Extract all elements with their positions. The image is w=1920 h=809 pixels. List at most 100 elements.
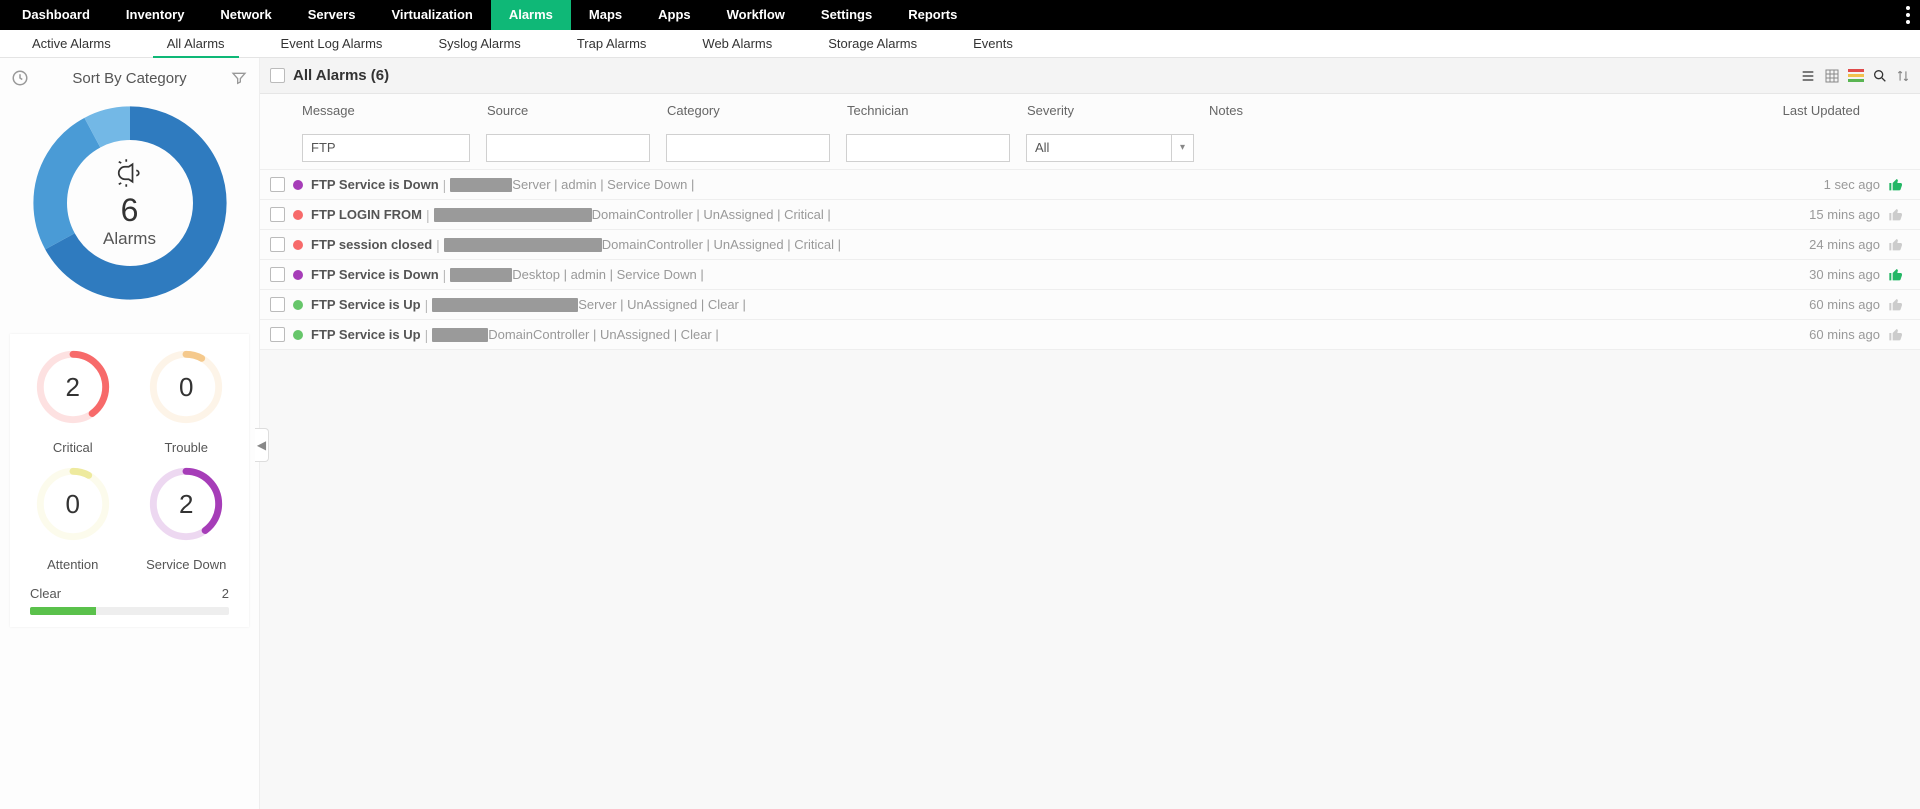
collapse-sidebar-button[interactable]: ◀: [255, 428, 269, 462]
row-checkbox[interactable]: [270, 177, 285, 192]
severity-cards: 2 Critical 0 Trouble 0 Attention: [10, 334, 249, 627]
nav-alarms[interactable]: Alarms: [491, 0, 571, 30]
alarm-row[interactable]: FTP LOGIN FROM| DomainController | UnAss…: [260, 200, 1920, 230]
alarm-message: FTP Service is Up: [311, 297, 421, 312]
severity-dot: [293, 240, 303, 250]
filter-icon[interactable]: [227, 66, 251, 90]
view-list-icon[interactable]: [1800, 68, 1816, 84]
sev-critical[interactable]: 2 Critical: [18, 344, 128, 455]
row-checkbox[interactable]: [270, 207, 285, 222]
tab-storage-alarms[interactable]: Storage Alarms: [814, 30, 931, 58]
thumb-up-icon[interactable]: [1888, 297, 1906, 313]
redacted-source: [450, 178, 512, 192]
sev-service-down[interactable]: 2 Service Down: [131, 461, 241, 572]
tab-trap-alarms[interactable]: Trap Alarms: [563, 30, 661, 58]
nav-maps[interactable]: Maps: [571, 0, 640, 30]
sidebar: Sort By Category 6 Alarms: [0, 58, 260, 809]
nav-servers[interactable]: Servers: [290, 0, 374, 30]
alarm-message: FTP Service is Down: [311, 177, 439, 192]
nav-inventory[interactable]: Inventory: [108, 0, 203, 30]
thumb-up-icon[interactable]: [1888, 207, 1906, 223]
nav-apps[interactable]: Apps: [640, 0, 709, 30]
tab-syslog-alarms[interactable]: Syslog Alarms: [424, 30, 534, 58]
alarm-message: FTP Service is Down: [311, 267, 439, 282]
col-severity[interactable]: Severity: [1027, 103, 1209, 118]
alarm-row[interactable]: FTP Service is Down| Desktop | admin | S…: [260, 260, 1920, 290]
row-checkbox[interactable]: [270, 297, 285, 312]
clear-count: 2: [222, 586, 229, 601]
alarm-list: All Alarms (6) Message Source Category T…: [260, 58, 1920, 809]
row-checkbox[interactable]: [270, 327, 285, 342]
redacted-source: [434, 208, 592, 222]
filter-row: All ▾: [260, 126, 1920, 170]
nav-dashboard[interactable]: Dashboard: [4, 0, 108, 30]
sub-tabs: Active Alarms All Alarms Event Log Alarms S…: [0, 30, 1920, 58]
severity-dot: [293, 300, 303, 310]
sort-icon[interactable]: [1896, 68, 1910, 84]
recent-icon[interactable]: [8, 66, 32, 90]
clear-bar: [30, 607, 229, 615]
redacted-source: [432, 298, 578, 312]
alarm-meta: DomainController | UnAssigned | Clear |: [488, 327, 719, 342]
row-checkbox[interactable]: [270, 267, 285, 282]
alarm-meta: Desktop | admin | Service Down |: [512, 267, 703, 282]
filter-severity-select[interactable]: All ▾: [1026, 134, 1194, 162]
more-menu-icon[interactable]: [1906, 6, 1910, 24]
tab-events[interactable]: Events: [959, 30, 1027, 58]
sev-trouble[interactable]: 0 Trouble: [131, 344, 241, 455]
filter-technician-input[interactable]: [846, 134, 1010, 162]
sev-attention[interactable]: 0 Attention: [18, 461, 128, 572]
thumb-up-icon[interactable]: [1888, 267, 1906, 283]
sort-label[interactable]: Sort By Category: [32, 70, 227, 87]
column-headers: Message Source Category Technician Sever…: [260, 94, 1920, 126]
nav-virtualization[interactable]: Virtualization: [373, 0, 490, 30]
thumb-up-icon[interactable]: [1888, 177, 1906, 193]
nav-reports[interactable]: Reports: [890, 0, 975, 30]
bell-icon: [115, 153, 145, 193]
alarm-message: FTP Service is Up: [311, 327, 421, 342]
alarm-row[interactable]: FTP Service is Up| Server | UnAssigned |…: [260, 290, 1920, 320]
col-category[interactable]: Category: [667, 103, 847, 118]
tab-web-alarms[interactable]: Web Alarms: [688, 30, 786, 58]
alarm-time: 30 mins ago: [1809, 267, 1888, 282]
filter-message-input[interactable]: [302, 134, 470, 162]
alarms-donut[interactable]: 6 Alarms: [25, 98, 235, 308]
clear-label: Clear: [30, 586, 222, 601]
alarm-time: 24 mins ago: [1809, 237, 1888, 252]
alarm-message: FTP session closed: [311, 237, 432, 252]
nav-network[interactable]: Network: [202, 0, 289, 30]
alarm-meta: Server | UnAssigned | Clear |: [578, 297, 746, 312]
filter-category-input[interactable]: [666, 134, 830, 162]
thumb-up-icon[interactable]: [1888, 327, 1906, 343]
nav-workflow[interactable]: Workflow: [709, 0, 803, 30]
col-notes[interactable]: Notes: [1209, 103, 1387, 118]
redacted-source: [444, 238, 602, 252]
tab-active-alarms[interactable]: Active Alarms: [18, 30, 125, 58]
alarm-count: 6: [121, 192, 139, 229]
view-color-icon[interactable]: [1848, 68, 1864, 84]
filter-source-input[interactable]: [486, 134, 650, 162]
alarm-count-label: Alarms: [103, 229, 156, 249]
search-icon[interactable]: [1872, 68, 1888, 84]
row-checkbox[interactable]: [270, 237, 285, 252]
tab-all-alarms[interactable]: All Alarms: [153, 30, 239, 58]
alarm-row[interactable]: FTP Service is Up| DomainController | Un…: [260, 320, 1920, 350]
col-message[interactable]: Message: [302, 103, 487, 118]
alarm-time: 60 mins ago: [1809, 297, 1888, 312]
col-technician[interactable]: Technician: [847, 103, 1027, 118]
col-source[interactable]: Source: [487, 103, 667, 118]
alarm-meta: DomainController | UnAssigned | Critical…: [602, 237, 841, 252]
list-title: All Alarms (6): [293, 67, 389, 84]
alarm-time: 15 mins ago: [1809, 207, 1888, 222]
select-all-checkbox[interactable]: [270, 68, 285, 83]
alarm-row[interactable]: FTP session closed| DomainController | U…: [260, 230, 1920, 260]
filter-severity-value: All: [1035, 140, 1049, 155]
alarm-time: 60 mins ago: [1809, 327, 1888, 342]
view-grid-icon[interactable]: [1824, 68, 1840, 84]
col-updated[interactable]: Last Updated: [1387, 103, 1920, 118]
alarm-row[interactable]: FTP Service is Down| Server | admin | Se…: [260, 170, 1920, 200]
tab-event-log-alarms[interactable]: Event Log Alarms: [267, 30, 397, 58]
severity-dot: [293, 270, 303, 280]
thumb-up-icon[interactable]: [1888, 237, 1906, 253]
nav-settings[interactable]: Settings: [803, 0, 890, 30]
